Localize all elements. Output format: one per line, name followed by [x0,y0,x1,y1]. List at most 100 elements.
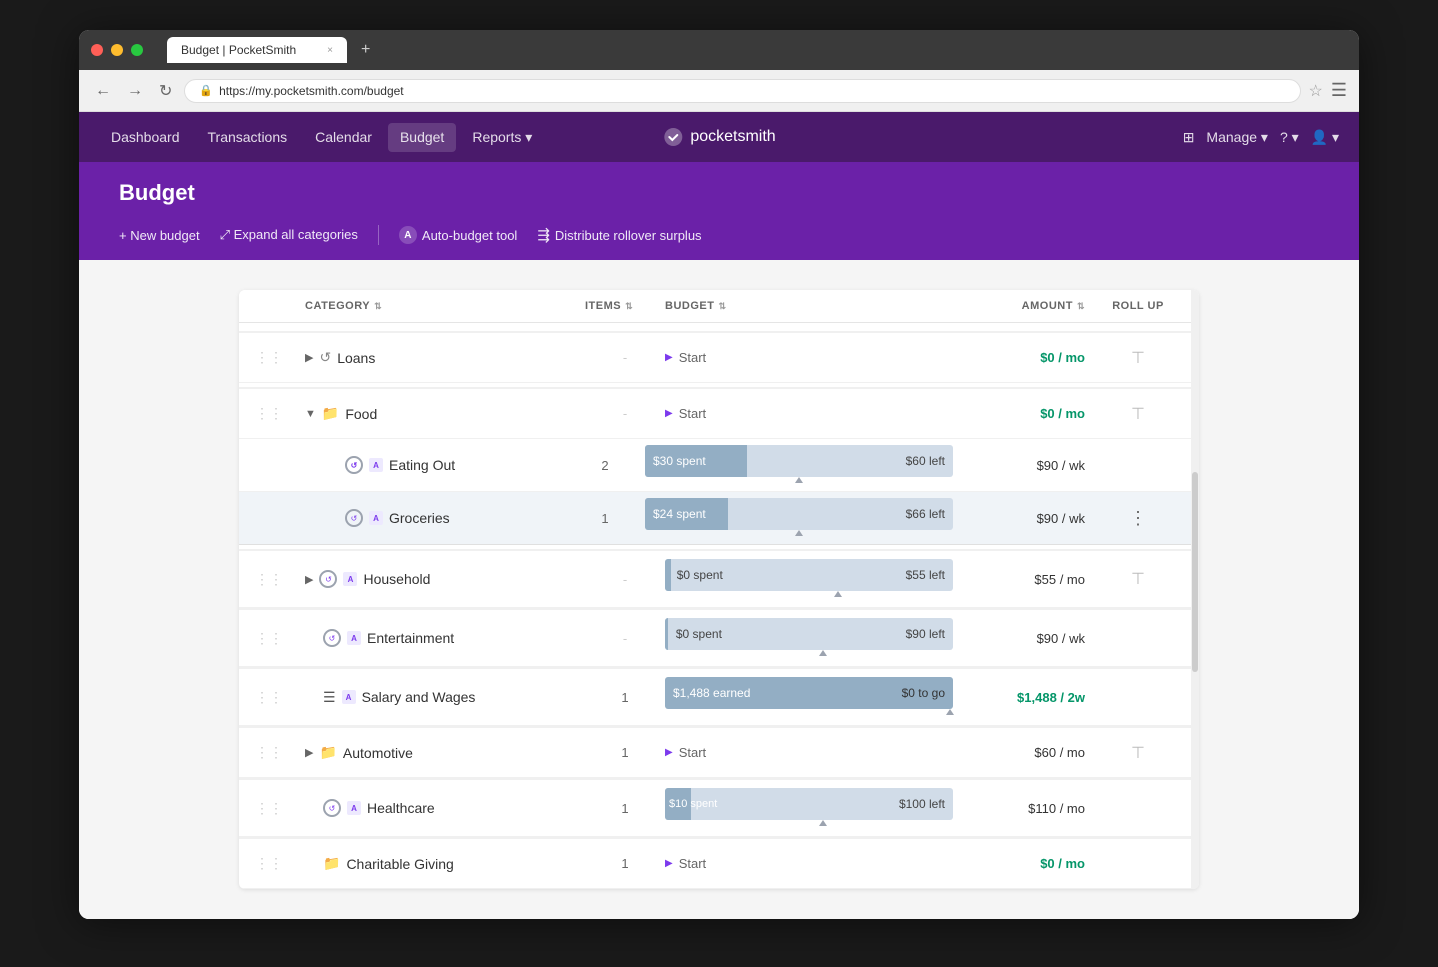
drag-handle-automotive[interactable]: ⋮⋮ [255,744,283,761]
automotive-expand-button[interactable]: ▶ [305,746,313,759]
automotive-category-cell: ▶ 📁 Automotive [305,744,585,761]
user-button[interactable]: 👤 ▾ [1311,129,1339,146]
loans-budget-col: ▶ Start [665,346,953,369]
salary-marker [946,709,954,715]
budget-sort-icon[interactable]: ⇅ [718,301,726,312]
eating-out-auto-icon: ↺ [345,456,363,474]
salary-name: Salary and Wages [362,689,476,705]
table-header: CATEGORY ⇅ ITEMS ⇅ BUDGET ⇅ AMOUNT ⇅ [239,290,1199,323]
automotive-start-button[interactable]: ▶ Start [665,741,706,764]
page-actions: + New budget ⤢ Expand all categories A A… [119,222,1319,260]
charitable-start-button[interactable]: ▶ Start [665,852,706,875]
eating-out-marker [795,477,803,483]
distribute-surplus-button[interactable]: ⇶ Distribute rollover surplus [537,222,701,248]
automotive-amount: $60 / mo [953,745,1093,760]
household-expand-button[interactable]: ▶ [305,573,313,586]
row-entertainment: ⋮⋮ ↺ A Entertainment - $0 spent $90 [239,608,1199,667]
row-eating-out: ↺ A Eating Out 2 $30 spent $60 left [239,439,1199,492]
salary-amount: $1,488 / 2w [953,690,1093,705]
scrollbar-thumb[interactable] [1192,472,1198,672]
fullscreen-button[interactable] [131,44,143,56]
household-auto-icon: ↺ [319,570,337,588]
groceries-budget-bar: $24 spent $66 left [645,498,953,538]
new-tab-button[interactable]: + [361,41,370,59]
refresh-button[interactable]: ↻ [155,77,176,105]
nav-transactions[interactable]: Transactions [196,123,300,152]
row-automotive: ⋮⋮ ▶ 📁 Automotive 1 ▶ Start $60 / [239,726,1199,778]
food-rollup-icon[interactable]: ⊤ [1131,404,1145,424]
scrollbar-track[interactable] [1191,290,1199,889]
eating-out-spent-bar: $30 spent [645,445,747,477]
groceries-items: 1 [565,511,645,526]
nav-right-actions: ⊞ Manage ▾ ? ▾ 👤 ▾ [1183,129,1339,146]
groceries-rollup[interactable]: ⋮ [1093,508,1183,529]
expand-categories-button[interactable]: ⤢ Expand all categories [220,223,358,247]
food-start-button[interactable]: ▶ Start [665,402,706,425]
row-food: ⋮⋮ ▼ 📁 Food - ▶ Start $0 / mo [239,387,1199,439]
new-budget-button[interactable]: + New budget [119,224,200,247]
loans-items: - [585,350,665,365]
loans-rollup: ⊤ [1093,348,1183,368]
forward-button[interactable]: → [123,78,147,104]
drag-handle-food[interactable]: ⋮⋮ [255,405,283,422]
items-sort-icon[interactable]: ⇅ [625,301,633,312]
loans-rollup-icon[interactable]: ⊤ [1131,348,1145,368]
security-icon: 🔒 [199,84,213,97]
healthcare-budget-bar: $10 spent $100 left [665,788,953,828]
browser-tab[interactable]: Budget | PocketSmith × [167,37,347,63]
loans-start-button[interactable]: ▶ Start [665,346,706,369]
page-header: Budget + New budget ⤢ Expand all categor… [79,162,1359,260]
healthcare-a-icon: A [347,801,361,815]
bookmark-button[interactable]: ☆ [1309,81,1323,101]
manage-button[interactable]: Manage ▾ [1206,129,1268,146]
tab-close-button[interactable]: × [327,45,333,56]
app-container: Dashboard Transactions Calendar Budget R… [79,112,1359,919]
groceries-more-button[interactable]: ⋮ [1129,508,1147,529]
entertainment-name: Entertainment [367,630,454,646]
loans-expand-button[interactable]: ▶ [305,351,313,364]
household-rollup: ⊤ [1093,569,1183,589]
th-category: CATEGORY ⇅ [305,300,585,312]
drag-handle-charitable[interactable]: ⋮⋮ [255,855,283,872]
healthcare-items: 1 [585,801,665,816]
row-loans: ⋮⋮ ▶ ↺ Loans - ▶ Start $0 / mo [239,331,1199,383]
browser-titlebar: Budget | PocketSmith × + [79,30,1359,70]
drag-handle-salary[interactable]: ⋮⋮ [255,689,283,706]
browser-menu-button[interactable]: ☰ [1331,80,1347,101]
household-rollup-icon[interactable]: ⊤ [1131,569,1145,589]
entertainment-marker [819,650,827,656]
row-charitable: ⋮⋮ 📁 Charitable Giving 1 ▶ Start $0 / mo [239,837,1199,889]
automotive-folder-icon: 📁 [319,744,336,761]
salary-category-cell: ☰ A Salary and Wages [305,689,585,706]
grid-icon-button[interactable]: ⊞ [1183,129,1195,146]
top-navigation: Dashboard Transactions Calendar Budget R… [79,112,1359,162]
charitable-category-cell: 📁 Charitable Giving [305,855,585,872]
food-expand-button[interactable]: ▼ [305,408,316,420]
th-empty [255,300,305,312]
loans-category-cell: ▶ ↺ Loans [305,349,585,366]
household-a-icon: A [343,572,357,586]
nav-reports[interactable]: Reports ▾ [460,123,544,152]
auto-budget-tool-button[interactable]: A Auto-budget tool [399,222,517,248]
nav-calendar[interactable]: Calendar [303,123,384,152]
minimize-button[interactable] [111,44,123,56]
nav-budget[interactable]: Budget [388,123,456,152]
groceries-spent-bar: $24 spent [645,498,728,530]
nav-dashboard[interactable]: Dashboard [99,123,192,152]
household-category-cell: ▶ ↺ A Household [305,570,585,588]
th-budget: BUDGET ⇅ [665,300,953,312]
category-sort-icon[interactable]: ⇅ [374,301,382,312]
amount-sort-icon[interactable]: ⇅ [1077,301,1085,312]
back-button[interactable]: ← [91,78,115,104]
address-bar[interactable]: 🔒 https://my.pocketsmith.com/budget [184,79,1300,103]
household-marker [834,591,842,597]
help-button[interactable]: ? ▾ [1280,129,1299,146]
browser-window: Budget | PocketSmith × + ← → ↻ 🔒 https:/… [79,30,1359,919]
close-button[interactable] [91,44,103,56]
drag-handle-loans[interactable]: ⋮⋮ [255,349,283,366]
drag-handle-entertainment[interactable]: ⋮⋮ [255,630,283,647]
drag-handle-healthcare[interactable]: ⋮⋮ [255,800,283,817]
drag-handle-household[interactable]: ⋮⋮ [255,571,283,588]
automotive-rollup-icon[interactable]: ⊤ [1131,743,1145,763]
food-items: - [585,406,665,421]
